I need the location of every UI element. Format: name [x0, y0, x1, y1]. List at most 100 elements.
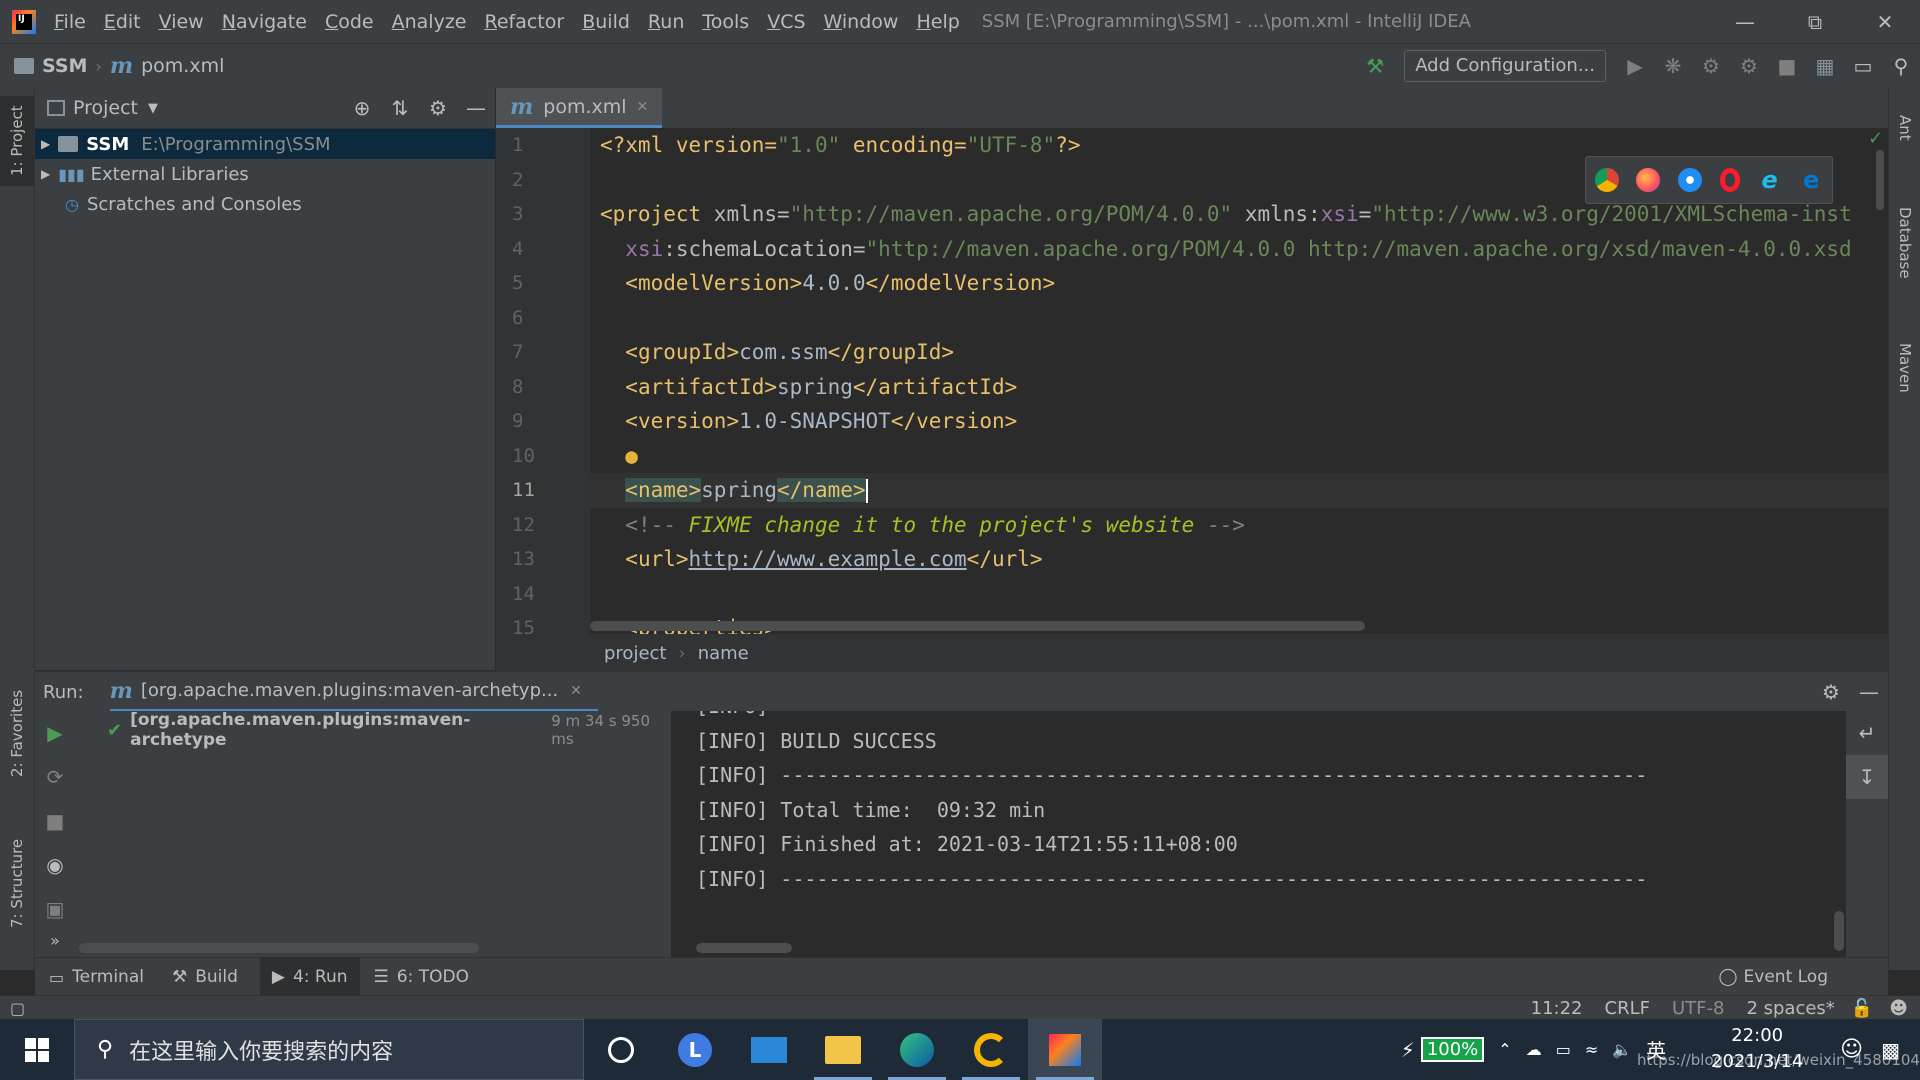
menu-file[interactable]: File: [54, 11, 86, 33]
cloud-icon[interactable]: ☁: [1526, 1040, 1542, 1059]
taskbar-intellij[interactable]: [1028, 1019, 1102, 1080]
tree-item-scratches[interactable]: ◷ Scratches and Consoles: [35, 189, 495, 219]
taskbar-explorer[interactable]: [806, 1019, 880, 1080]
project-structure-icon[interactable]: ▦: [1806, 44, 1844, 88]
search-icon[interactable]: ⚲: [1882, 44, 1920, 88]
plug-icon[interactable]: ⚡: [1401, 1038, 1415, 1062]
console-vscrollbar[interactable]: [1834, 911, 1844, 951]
nav-project[interactable]: SSM: [42, 55, 87, 77]
firefox-icon[interactable]: [1636, 168, 1661, 192]
tree-hscrollbar[interactable]: [79, 943, 479, 953]
terminal-icon[interactable]: ▭: [1844, 44, 1882, 88]
edge-icon[interactable]: e: [1799, 168, 1823, 192]
camera-icon[interactable]: ▣: [35, 887, 75, 931]
horizontal-scrollbar[interactable]: [590, 621, 1365, 631]
expand-arrow-icon[interactable]: ▶: [41, 137, 50, 151]
tree-item-external-libraries[interactable]: ▶ ▮▮▮ External Libraries: [35, 159, 495, 189]
close-tab-icon[interactable]: ✕: [637, 99, 649, 115]
build-tab[interactable]: ⚒ Build: [172, 967, 238, 987]
breadcrumb-name[interactable]: name: [698, 643, 749, 664]
breadcrumb-project[interactable]: project: [604, 643, 666, 664]
gear-icon[interactable]: ⚙: [419, 86, 457, 130]
stop-icon[interactable]: ■: [1768, 44, 1806, 88]
debug-icon[interactable]: ❋: [1654, 44, 1692, 88]
file-encoding[interactable]: UTF-8: [1672, 998, 1724, 1019]
coverage-icon[interactable]: ⚙: [1692, 44, 1730, 88]
toggle-offline-icon[interactable]: ⟳: [35, 755, 75, 799]
menu-tools[interactable]: Tools: [702, 11, 749, 33]
profile-icon[interactable]: ⚙: [1730, 44, 1768, 88]
console-output[interactable]: [INFO] ---------------------------------…: [672, 711, 1846, 957]
maven-tool-tab[interactable]: Maven: [1889, 328, 1920, 408]
menu-analyze[interactable]: Analyze: [392, 11, 467, 33]
minimize-button[interactable]: —: [1710, 0, 1780, 43]
chrome-icon[interactable]: [1594, 168, 1619, 192]
editor-tab-pom[interactable]: m pom.xml ✕: [496, 88, 663, 128]
terminal-tab[interactable]: ▭ Terminal: [49, 967, 144, 987]
gear-icon[interactable]: ⚙: [1812, 670, 1850, 714]
collapse-all-icon[interactable]: ⇅: [381, 86, 419, 130]
opera-icon[interactable]: [1719, 168, 1740, 192]
inspector-icon[interactable]: ☻: [1889, 998, 1908, 1019]
battery-icon[interactable]: ▭: [1556, 1040, 1571, 1059]
ant-tool-tab[interactable]: Ant: [1889, 108, 1920, 148]
soft-wrap-icon[interactable]: ↵: [1846, 711, 1888, 755]
cortana-button[interactable]: [584, 1019, 658, 1080]
hide-panel-icon[interactable]: —: [457, 86, 495, 130]
taskbar-mail[interactable]: [732, 1019, 806, 1080]
menu-view[interactable]: View: [159, 11, 204, 33]
restore-button[interactable]: ⧉: [1780, 0, 1850, 43]
chevron-up-icon[interactable]: ⌃: [1498, 1040, 1511, 1059]
tree-item-ssm[interactable]: ▶ SSM E:\Programming\SSM: [35, 129, 495, 159]
menu-build[interactable]: Build: [582, 11, 630, 33]
menu-refactor[interactable]: Refactor: [484, 11, 564, 33]
hide-panel-icon[interactable]: —: [1850, 670, 1888, 714]
taskbar-app-l[interactable]: L: [658, 1019, 732, 1080]
locate-icon[interactable]: ⊕: [343, 86, 381, 130]
lightbulb-icon[interactable]: ●: [625, 444, 638, 468]
taskbar-search-box[interactable]: ⚲ 在这里输入你要搜索的内容: [74, 1019, 584, 1080]
event-log-tab[interactable]: ◯ Event Log: [1719, 967, 1829, 987]
view-icon[interactable]: ◉: [35, 843, 75, 887]
run-tool-tab[interactable]: ▶ 4: Run: [259, 958, 360, 996]
more-icon[interactable]: »: [35, 931, 75, 950]
expand-arrow-icon[interactable]: ▶: [41, 167, 50, 181]
intellij-logo-icon[interactable]: IJ: [12, 9, 36, 34]
line-separator[interactable]: CRLF: [1605, 998, 1650, 1019]
console-hscrollbar[interactable]: [696, 943, 792, 953]
indent-setting[interactable]: 2 spaces*: [1746, 998, 1834, 1019]
taskbar-edge[interactable]: [880, 1019, 954, 1080]
clock[interactable]: 22:00 2021/3/14: [1682, 1019, 1832, 1080]
menu-edit[interactable]: Edit: [104, 11, 141, 33]
nav-file[interactable]: pom.xml: [141, 55, 224, 77]
rerun-icon[interactable]: ▶: [35, 711, 75, 755]
database-tool-tab[interactable]: Database: [1889, 198, 1920, 288]
menu-navigate[interactable]: Navigate: [222, 11, 307, 33]
internet-explorer-icon[interactable]: e: [1757, 168, 1781, 192]
volume-icon[interactable]: 🔈: [1612, 1040, 1632, 1059]
taskbar-app-yellow[interactable]: [954, 1019, 1028, 1080]
scroll-to-end-icon[interactable]: ↧: [1846, 755, 1888, 799]
lock-icon[interactable]: 🔓: [1851, 998, 1873, 1019]
project-tool-tab[interactable]: 1: Project: [0, 96, 34, 186]
wifi-icon[interactable]: ≈: [1585, 1040, 1598, 1059]
menu-help[interactable]: Help: [916, 11, 959, 33]
favorites-tool-tab[interactable]: 2: Favorites: [0, 678, 34, 788]
menu-run[interactable]: Run: [648, 11, 684, 33]
build-hammer-icon[interactable]: ⚒: [1356, 44, 1394, 88]
close-tab-icon[interactable]: ✕: [570, 683, 582, 699]
todo-tab[interactable]: ☰ 6: TODO: [374, 967, 469, 987]
stop-icon[interactable]: ■: [35, 799, 75, 843]
menu-code[interactable]: Code: [325, 11, 374, 33]
windows-start-button[interactable]: [0, 1019, 74, 1080]
vertical-scrollbar[interactable]: [1876, 150, 1884, 210]
layout-icon[interactable]: ▢: [10, 999, 25, 1018]
project-view-selector[interactable]: Project: [73, 97, 138, 119]
safari-icon[interactable]: [1678, 168, 1703, 192]
run-tree-item[interactable]: ✔ [org.apache.maven.plugins:maven-archet…: [75, 710, 671, 750]
dropdown-arrow-icon[interactable]: ▼: [148, 101, 158, 116]
structure-tool-tab[interactable]: 7: Structure: [0, 828, 34, 938]
close-button[interactable]: ✕: [1850, 0, 1920, 43]
caret-position[interactable]: 11:22: [1531, 998, 1583, 1019]
run-icon[interactable]: ▶: [1616, 44, 1654, 88]
